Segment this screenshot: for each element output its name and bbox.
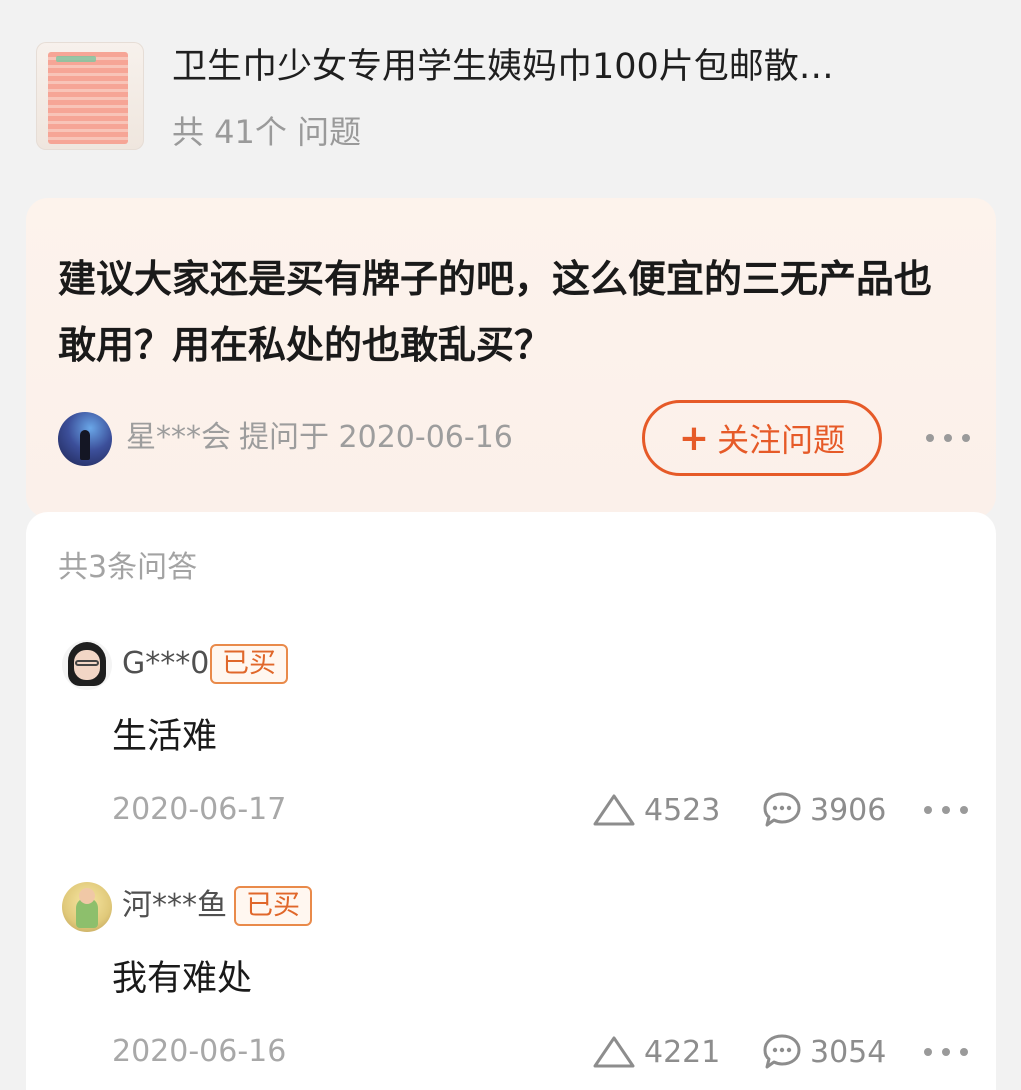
speech-bubble-icon [763,1034,801,1069]
comment-count: 3906 [810,792,887,828]
user-avatar[interactable] [62,882,112,932]
follow-question-button[interactable]: + 关注问题 [642,400,882,476]
product-image-stack [48,52,128,144]
bought-badge: 已买 [234,886,312,926]
triangle-up-icon [593,1036,635,1068]
answer-text: 我有难处 [112,959,253,999]
answer-item: G***0 已买 生活难 2020-06-17 4523 3906 [26,636,996,876]
asker-meta: 星***会 提问于 2020-06-16 [126,416,521,460]
answer-user-name[interactable]: G***0 [122,640,209,688]
user-avatar[interactable] [62,640,112,690]
answer-more-icon[interactable] [924,1042,968,1062]
answer-more-icon[interactable] [924,800,968,820]
comment-button[interactable]: 3906 [762,788,886,832]
answers-count: 共3条问答 [58,550,198,585]
qa-page: 卫生巾少女专用学生姨妈巾100片包邮散… 共 41个 问题 建议大家还是买有牌子… [0,0,1021,1090]
plus-icon: + [678,417,710,459]
triangle-up-icon [593,794,635,826]
question-more-icon[interactable] [926,428,970,448]
answer-date: 2020-06-16 [112,1034,287,1069]
like-count: 4523 [644,792,721,828]
product-header[interactable]: 卫生巾少女专用学生姨妈巾100片包邮散… 共 41个 问题 [0,0,1021,180]
question-count: 共 41个 问题 [172,113,362,151]
speech-bubble-icon [763,792,801,827]
like-button[interactable]: 4221 [592,1030,720,1074]
answer-text: 生活难 [112,717,218,757]
answers-card: 共3条问答 G***0 已买 生活难 2020-06-17 4523 3906 … [26,512,996,1090]
asker-name[interactable]: 星***会 [126,420,231,455]
question-card: 建议大家还是买有牌子的吧，这么便宜的三无产品也敢用？用在私处的也敢乱买？ 星**… [26,198,996,518]
comment-button[interactable]: 3054 [762,1030,886,1074]
asked-date: 提问于 2020-06-16 [239,420,513,455]
comment-count: 3054 [810,1034,887,1070]
product-thumbnail[interactable] [36,42,144,150]
like-count: 4221 [644,1034,721,1070]
answer-item: 河***鱼 已买 我有难处 2020-06-16 4221 3054 [26,878,996,1090]
question-text: 建议大家还是买有牌子的吧，这么便宜的三无产品也敢用？用在私处的也敢乱买？ [58,257,933,367]
product-title[interactable]: 卫生巾少女专用学生姨妈巾100片包邮散… [172,40,992,94]
bought-badge: 已买 [210,644,288,684]
asker-avatar[interactable] [58,412,112,466]
answer-date: 2020-06-17 [112,792,287,827]
like-button[interactable]: 4523 [592,788,720,832]
answer-user-name[interactable]: 河***鱼 [122,882,227,930]
follow-button-label: 关注问题 [717,421,846,459]
